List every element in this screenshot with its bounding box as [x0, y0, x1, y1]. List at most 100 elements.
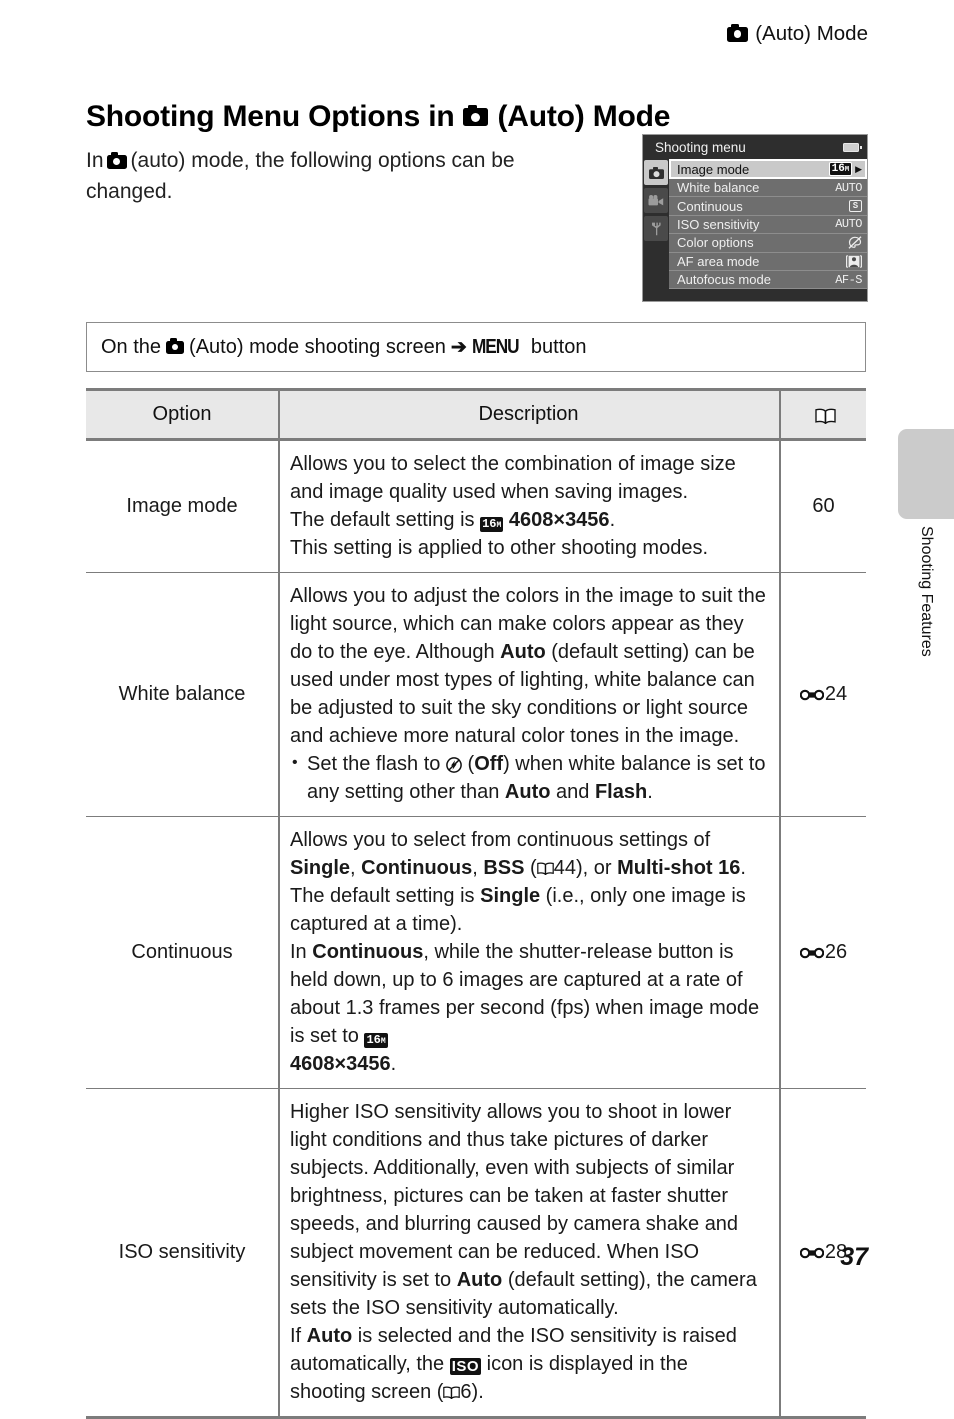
row-reference: 60 [779, 439, 866, 573]
howto-callout: On the (Auto) mode shooting screen ➔ MEN… [86, 322, 866, 372]
howto-text-1: On the [101, 335, 162, 358]
shooting-menu-options-table: Option Description Image mode Allows you… [86, 388, 866, 1419]
lcd-row-label: Color options [677, 235, 754, 251]
lcd-row-label: Image mode [677, 161, 750, 177]
row-option-name: ISO sensitivity [86, 1088, 279, 1419]
lcd-row-value [848, 236, 862, 250]
lcd-tab-strip [643, 159, 669, 299]
column-header-option: Option [86, 388, 279, 441]
page-title-prefix: Shooting Menu Options in [86, 100, 455, 134]
camera-icon [648, 166, 664, 179]
running-header-text: (Auto) Mode [755, 22, 868, 45]
reference-section-icon [799, 946, 824, 960]
row-option-name: Image mode [86, 439, 279, 573]
list-item: Set the flash to (Off) when white balanc… [290, 749, 767, 806]
lcd-row-white-balance[interactable]: White balance AUTO [669, 179, 867, 198]
camera-icon [727, 23, 749, 42]
lcd-row-image-mode[interactable]: Image mode 16 M ▶ [669, 159, 867, 179]
book-icon [443, 1386, 461, 1399]
lcd-row-iso-sensitivity[interactable]: ISO sensitivity AUTO [669, 215, 867, 235]
reference-page: 60 [812, 495, 835, 517]
lcd-row-value [846, 254, 862, 268]
lcd-row-continuous[interactable]: Continuous S [669, 197, 867, 216]
color-options-off-icon [848, 236, 862, 250]
reference-page: 26 [824, 941, 848, 963]
row-reference: 24 [779, 572, 866, 817]
howto-text-3: button [530, 335, 587, 358]
flash-off-icon [446, 753, 462, 773]
desc-line: This setting is applied to other shootin… [290, 537, 709, 559]
lcd-tab-movie[interactable] [644, 188, 668, 213]
table-row: ISO sensitivity Higher ISO sensitivity a… [86, 1088, 866, 1419]
iso-auto-icon: ISO [449, 1358, 482, 1375]
arrow-right-icon: ➔ [450, 336, 467, 358]
face-priority-af-icon [846, 254, 862, 268]
intro-paragraph: In (auto) mode, the following options can… [86, 145, 606, 207]
table-row: Continuous Allows you to select from con… [86, 816, 866, 1089]
camera-icon [106, 151, 127, 169]
row-description: Higher ISO sensitivity allows you to sho… [278, 1088, 780, 1419]
single-shot-icon: S [849, 200, 862, 213]
camera-icon [463, 104, 489, 127]
reference-section-icon [799, 1246, 824, 1260]
lcd-row-af-area-mode[interactable]: AF area mode [669, 252, 867, 271]
lcd-title-text: Shooting menu [655, 139, 746, 155]
row-description: Allows you to select the combination of … [278, 439, 780, 573]
table-header-row: Option Description [86, 388, 866, 441]
camera-icon [166, 337, 185, 354]
lcd-row-color-options[interactable]: Color options [669, 234, 867, 253]
row-description: Allows you to select from continuous set… [278, 816, 780, 1089]
chevron-right-icon: ▶ [855, 163, 862, 174]
lcd-row-value: AUTO [835, 180, 862, 195]
table-body: Image mode Allows you to select the comb… [86, 439, 866, 1419]
column-header-description: Description [278, 388, 780, 441]
intro-text-1: In [86, 149, 104, 172]
camera-menu-screenshot: Shooting menu Image mode 16 M ▶ White ba… [642, 134, 868, 302]
row-description: Allows you to adjust the colors in the i… [278, 572, 780, 817]
lcd-row-label: AF area mode [677, 253, 760, 269]
lcd-row-label: Continuous [677, 198, 743, 214]
book-icon [815, 408, 836, 424]
page-title: Shooting Menu Options in (Auto) Mode [86, 100, 670, 134]
lcd-row-label: Autofocus mode [677, 272, 771, 288]
table-row: Image mode Allows you to select the comb… [86, 439, 866, 573]
howto-text-2: (Auto) mode shooting screen [189, 335, 446, 358]
lcd-row-autofocus-mode[interactable]: Autofocus mode AF-S [669, 270, 867, 290]
lcd-row-value: 16 M ▶ [828, 162, 862, 176]
row-reference: 26 [779, 816, 866, 1089]
lcd-body: Image mode 16 M ▶ White balance AUTO Cont… [643, 159, 867, 299]
intro-text-2: (auto) mode, the following options can b… [86, 149, 515, 203]
section-thumb-label: Shooting Features [898, 526, 954, 746]
lcd-row-label: ISO sensitivity [677, 216, 760, 232]
desc-bullet-list: Set the flash to (Off) when white balanc… [290, 749, 767, 806]
page-title-suffix: (Auto) Mode [497, 100, 671, 134]
running-header: (Auto) Mode [727, 22, 868, 46]
lcd-row-label: White balance [677, 180, 760, 196]
section-thumb-tab [898, 429, 954, 519]
lcd-menu-rows: Image mode 16 M ▶ White balance AUTO Cont… [669, 159, 867, 299]
lcd-row-value: AF-S [835, 272, 862, 287]
desc-line: Allows you to select the combination of … [290, 453, 736, 503]
section-thumb-label-text: Shooting Features [918, 526, 935, 657]
battery-icon [843, 142, 862, 152]
book-icon [536, 862, 554, 875]
row-option-name: White balance [86, 572, 279, 817]
table-row: White balance Allows you to adjust the c… [86, 572, 866, 817]
row-option-name: Continuous [86, 816, 279, 1089]
image-size-16m-icon: 16 M [480, 517, 504, 532]
menu-button-label: MENU [471, 335, 520, 358]
page-number: 37 [840, 1243, 868, 1271]
table-head: Option Description [86, 388, 866, 441]
lcd-tab-shooting[interactable] [644, 160, 668, 185]
image-size-16m-icon: 16 M [828, 162, 853, 176]
movie-camera-icon [648, 194, 664, 205]
lcd-row-value: AUTO [835, 217, 862, 232]
column-header-reference [779, 388, 866, 441]
lcd-row-value: S [849, 200, 862, 213]
wrench-icon [652, 222, 661, 235]
reference-section-icon [799, 688, 824, 702]
reference-page: 24 [824, 683, 848, 705]
lcd-title-bar: Shooting menu [643, 135, 867, 159]
lcd-tab-setup[interactable] [644, 216, 668, 241]
image-size-16m-icon: 16 M [364, 1033, 388, 1048]
